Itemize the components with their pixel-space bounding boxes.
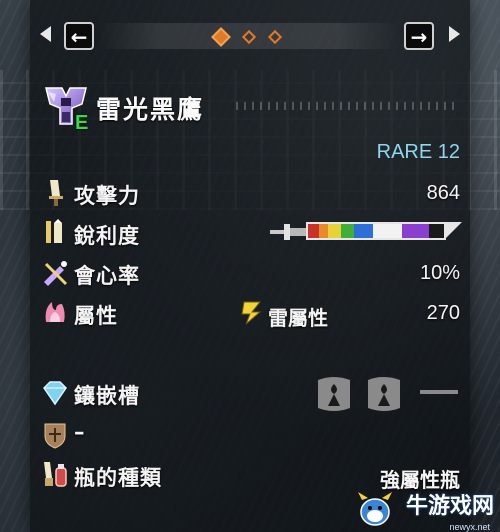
rank-letter: E [75,112,89,134]
decoration-gem-icon [43,381,67,406]
element-label: 屬性 [74,304,118,328]
watermark-url: newyx.net [449,522,490,532]
sharpness-segment-7 [401,224,429,238]
sharpness-segment-1 [308,224,319,238]
element-icon [45,302,65,322]
sharpness-segment-2 [318,224,329,238]
affinity-value: 10% [419,262,460,284]
sharpness-icon [46,219,62,243]
shield-icon [44,423,66,449]
phial-icon [44,462,67,487]
blade-hilt-icon [270,224,306,240]
weapon-name: 雷光黑鷹 [96,95,205,124]
phial-label: 瓶的種類 [74,466,162,490]
rarity-label: RARE 12 [376,141,460,163]
affinity-icon [44,261,68,286]
sharpness-bar [306,222,446,240]
watermark-text: 牛游戏网 [405,494,494,519]
attack-value: 864 [426,182,460,204]
element-type-label: 雷屬性 [268,306,328,330]
slot-3-empty [420,390,458,394]
affinity-label: 會心率 [74,264,140,288]
element-value: 270 [426,302,460,324]
prev-page-button[interactable]: ← [64,22,94,50]
slot-1-icon[interactable] [314,376,354,412]
sharpness-segment-3 [328,224,341,238]
cow-mascot-logo [358,492,392,526]
slot-2-icon[interactable] [364,376,404,412]
sharpness-segment-5 [354,224,374,238]
thunder-element-icon [241,301,262,325]
sharpness-segment-6 [373,224,402,238]
sharpness-segment-8 [428,224,444,238]
blade-tip-icon [444,222,462,240]
sharpness-segment-4 [340,224,355,238]
attack-label: 攻擊力 [74,184,140,208]
decorative-divider [236,102,456,110]
sharpness-gauge [270,219,462,245]
armor-skill-value: – [74,420,86,444]
nav-left-arrow-icon[interactable] [40,26,51,42]
slots-label: 鑲嵌槽 [74,384,140,408]
sharpness-label: 銳利度 [74,224,140,248]
nav-right-arrow-icon[interactable] [449,26,460,42]
attack-icon [49,180,63,206]
next-page-button[interactable]: → [404,22,434,50]
